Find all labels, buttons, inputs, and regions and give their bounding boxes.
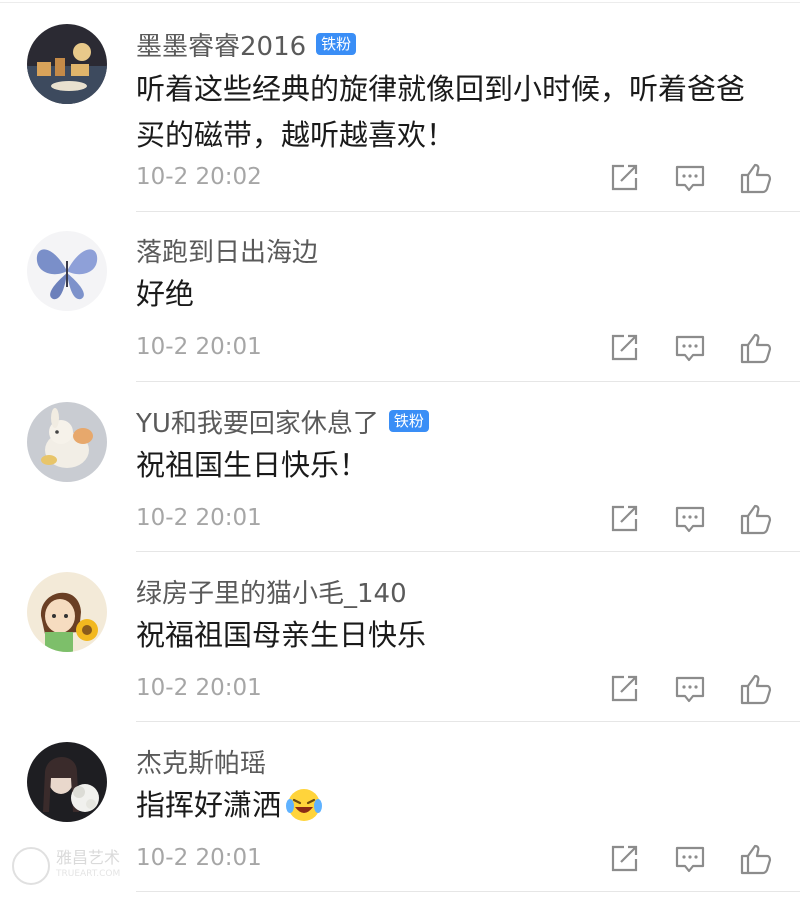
avatar-image — [27, 231, 107, 311]
username[interactable]: YU和我要回家休息了 — [136, 403, 379, 440]
timestamp: 10-2 20:01 — [136, 675, 262, 701]
thumbs-up-icon — [740, 163, 772, 194]
share-icon — [611, 505, 638, 532]
timestamp: 10-2 20:01 — [136, 845, 262, 871]
avatar-image — [27, 742, 107, 822]
divider — [136, 551, 800, 552]
fan-badge: 铁粉 — [388, 410, 429, 432]
share-button[interactable] — [607, 842, 641, 876]
comment-text: 祝祖国生日快乐！ — [136, 448, 369, 482]
thumbs-up-icon — [740, 504, 772, 535]
avatar-image — [27, 572, 107, 652]
avatar[interactable] — [27, 24, 107, 104]
avatar[interactable] — [27, 572, 107, 652]
laughing-crying-emoji-icon — [285, 786, 323, 824]
watermark: 雅昌艺术 TRUEART.COM — [12, 846, 132, 886]
comment-icon — [675, 335, 705, 362]
comment-text: 指挥好潇洒 — [136, 788, 282, 822]
comment-icon — [675, 165, 705, 192]
timestamp: 10-2 20:01 — [136, 505, 262, 531]
watermark-text: 雅昌艺术 — [56, 848, 121, 867]
comment-text: 祝福祖国母亲生日快乐 — [136, 618, 427, 652]
share-icon — [611, 845, 638, 872]
thumbs-up-icon — [740, 333, 772, 364]
share-button[interactable] — [607, 331, 641, 365]
comment-text: 听着这些经典的旋律就像回到小时候，听着爸爸买的磁带，越听越喜欢！ — [136, 72, 746, 152]
like-button[interactable] — [739, 161, 773, 195]
divider — [136, 381, 800, 382]
share-button[interactable] — [607, 502, 641, 536]
reply-button[interactable] — [673, 161, 707, 195]
divider — [136, 721, 800, 722]
thumbs-up-icon — [740, 844, 772, 875]
share-icon — [611, 164, 638, 191]
fan-badge: 铁粉 — [316, 33, 357, 55]
avatar[interactable] — [27, 742, 107, 822]
like-button[interactable] — [739, 502, 773, 536]
watermark-logo-icon — [12, 847, 50, 885]
reply-button[interactable] — [673, 331, 707, 365]
like-button[interactable] — [739, 842, 773, 876]
divider — [136, 891, 800, 892]
timestamp: 10-2 20:01 — [136, 334, 262, 360]
avatar[interactable] — [27, 402, 107, 482]
like-button[interactable] — [739, 672, 773, 706]
avatar-image — [27, 402, 107, 482]
username[interactable]: 墨墨睿睿2016 — [136, 26, 306, 63]
username[interactable]: 落跑到日出海边 — [136, 232, 318, 269]
comment-icon — [675, 506, 705, 533]
reply-button[interactable] — [673, 842, 707, 876]
timestamp: 10-2 20:02 — [136, 164, 262, 190]
avatar-image — [27, 24, 107, 104]
username[interactable]: 绿房子里的猫小毛_140 — [136, 573, 407, 610]
username[interactable]: 杰克斯帕瑶 — [136, 743, 266, 780]
share-button[interactable] — [607, 161, 641, 195]
comment-text: 好绝 — [136, 277, 195, 311]
comment-icon — [675, 676, 705, 703]
divider — [136, 211, 800, 212]
avatar[interactable] — [27, 231, 107, 311]
share-icon — [611, 675, 638, 702]
comment-icon — [675, 846, 705, 873]
like-button[interactable] — [739, 331, 773, 365]
reply-button[interactable] — [673, 672, 707, 706]
reply-button[interactable] — [673, 502, 707, 536]
watermark-subtext: TRUEART.COM — [56, 869, 121, 879]
top-divider — [0, 2, 800, 3]
comment-text-row: 指挥好潇洒 — [136, 782, 766, 828]
thumbs-up-icon — [740, 674, 772, 705]
share-icon — [611, 334, 638, 361]
share-button[interactable] — [607, 672, 641, 706]
